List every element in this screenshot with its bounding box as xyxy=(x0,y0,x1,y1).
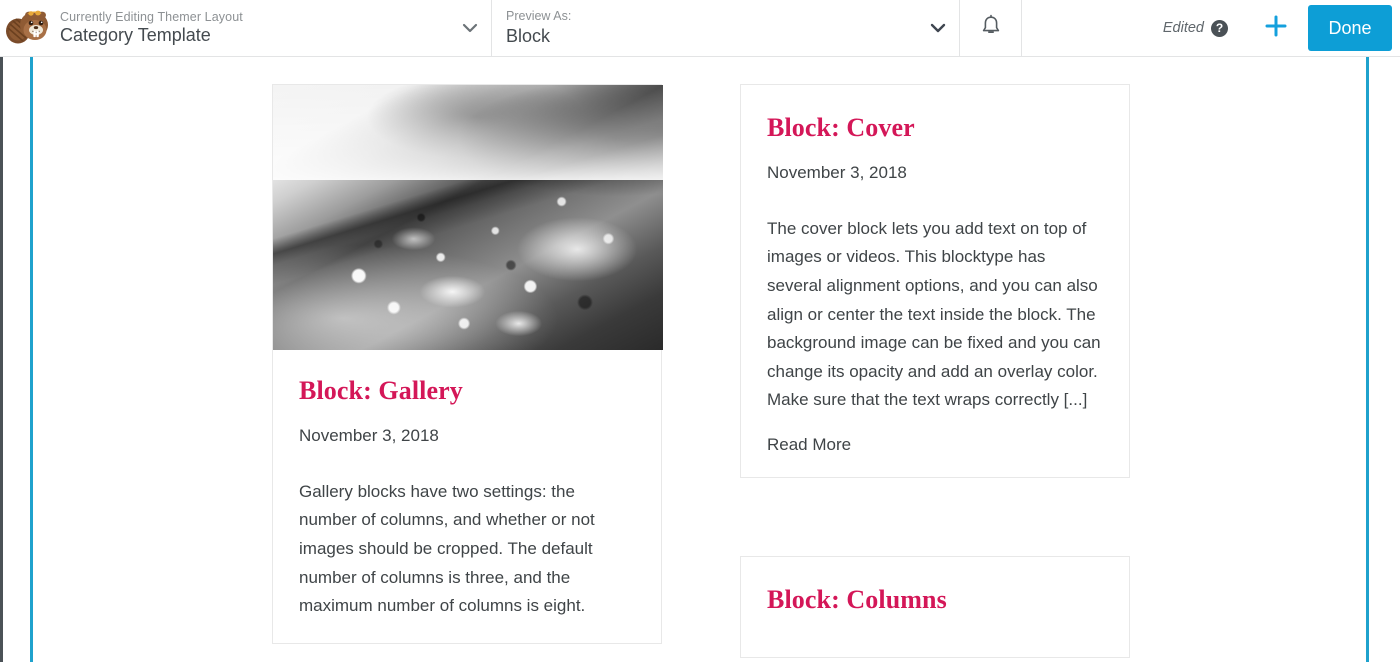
preview-as-selector[interactable]: Preview As: Block xyxy=(492,0,960,56)
chevron-down-icon[interactable] xyxy=(449,17,491,39)
post-body: Block: Columns xyxy=(741,557,1129,657)
edited-status: Edited ? xyxy=(1162,19,1228,37)
layout-selector-text: Currently Editing Themer Layout Category… xyxy=(60,10,449,46)
post-card-cover[interactable]: Block: Cover November 3, 2018 The cover … xyxy=(740,84,1130,478)
post-card-columns[interactable]: Block: Columns xyxy=(740,555,1130,658)
posts-column-left: Block: Gallery November 3, 2018 Gallery … xyxy=(272,84,663,644)
layout-selector[interactable]: Currently Editing Themer Layout Category… xyxy=(0,0,492,56)
bell-icon xyxy=(980,14,1002,43)
post-title[interactable]: Block: Cover xyxy=(767,113,1103,143)
preview-content: Block: Gallery November 3, 2018 Gallery … xyxy=(33,57,1366,662)
photo-sky xyxy=(273,85,663,181)
post-date: November 3, 2018 xyxy=(767,162,907,182)
chevron-down-icon[interactable] xyxy=(917,17,959,39)
post-card-gallery[interactable]: Block: Gallery November 3, 2018 Gallery … xyxy=(272,84,663,644)
notifications-button[interactable] xyxy=(960,0,1022,56)
question-mark-icon[interactable]: ? xyxy=(1211,19,1228,37)
post-featured-image[interactable] xyxy=(273,85,663,350)
post-body: Block: Gallery November 3, 2018 Gallery … xyxy=(273,350,661,643)
layout-title: Category Template xyxy=(60,25,211,46)
toolbar-actions: Edited ? Done xyxy=(1022,0,1400,56)
post-excerpt: The cover block lets you add text on top… xyxy=(767,218,1101,410)
posts-column-right: Block: Cover November 3, 2018 The cover … xyxy=(740,84,1130,658)
layout-preview-canvas: Block: Gallery November 3, 2018 Gallery … xyxy=(0,57,1400,662)
preview-as-text: Preview As: Block xyxy=(506,9,917,46)
post-title[interactable]: Block: Gallery xyxy=(299,376,635,406)
layout-eyebrow: Currently Editing Themer Layout xyxy=(60,9,243,24)
beaver-logo-icon[interactable] xyxy=(4,5,52,51)
layout-guide-right xyxy=(1366,57,1369,662)
post-excerpt: Gallery blocks have two settings: the nu… xyxy=(299,481,595,616)
editor-toolbar: Currently Editing Themer Layout Category… xyxy=(0,0,1400,57)
canvas-left-edge xyxy=(0,57,3,662)
read-more-link[interactable]: Read More xyxy=(767,435,851,455)
preview-as-value: Block xyxy=(506,25,551,46)
post-date: November 3, 2018 xyxy=(299,425,439,445)
preview-as-label: Preview As: xyxy=(506,9,572,24)
add-button[interactable] xyxy=(1254,0,1298,56)
posts-columns: Block: Gallery November 3, 2018 Gallery … xyxy=(272,84,1130,658)
card-spacer xyxy=(740,478,1130,556)
post-title[interactable]: Block: Columns xyxy=(767,585,1103,615)
plus-icon xyxy=(1263,13,1289,44)
edited-label: Edited xyxy=(1162,20,1204,36)
post-body: Block: Cover November 3, 2018 The cover … xyxy=(741,85,1129,477)
done-button[interactable]: Done xyxy=(1308,5,1392,51)
